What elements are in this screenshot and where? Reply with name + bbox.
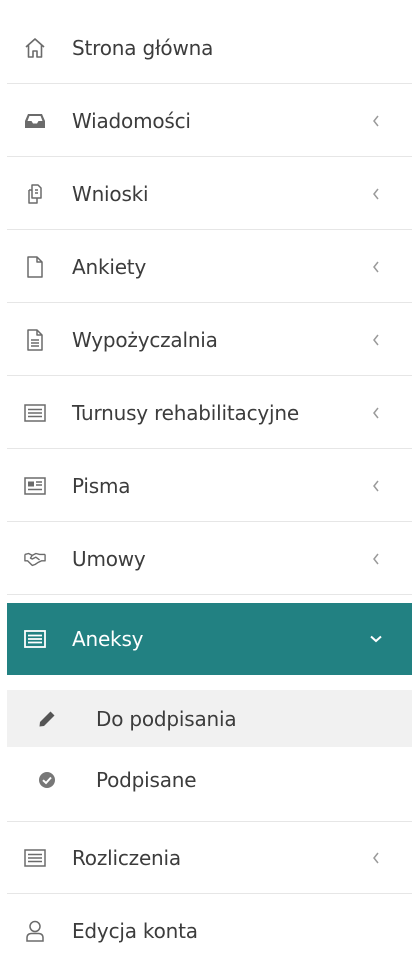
handshake-icon	[24, 548, 46, 570]
menu-item-label: Aneksy	[72, 627, 144, 651]
menu-item-annexes[interactable]: Aneksy	[7, 603, 412, 675]
menu-item-label: Edycja konta	[72, 919, 198, 943]
chevron-down-icon	[370, 632, 382, 646]
menu-item-label: Wypożyczalnia	[72, 327, 218, 352]
menu-item-settlements[interactable]: Rozliczenia	[7, 822, 412, 894]
chevron-left-icon	[370, 114, 382, 128]
chevron-left-icon	[370, 187, 382, 201]
user-icon	[24, 920, 46, 942]
menu-item-label: Umowy	[72, 546, 146, 571]
submenu-item-to-sign[interactable]: Do podpisania	[7, 690, 412, 747]
file-icon	[24, 255, 46, 278]
pencil-icon	[36, 708, 58, 730]
menu-item-letters[interactable]: Pisma	[7, 450, 412, 522]
chevron-left-icon	[370, 479, 382, 493]
menu-item-label: Turnusy rehabilitacyjne	[72, 400, 299, 425]
submenu-item-label: Podpisane	[96, 767, 197, 792]
menu-item-label: Wnioski	[72, 181, 149, 206]
list-icon	[24, 402, 46, 424]
check-circle-icon	[36, 769, 58, 791]
chevron-left-icon	[370, 851, 382, 865]
documents-icon	[24, 183, 46, 205]
menu-item-rehab-stays[interactable]: Turnusy rehabilitacyjne	[7, 377, 412, 449]
chevron-left-icon	[370, 406, 382, 420]
inbox-icon	[24, 110, 46, 132]
menu-item-label: Wiadomości	[72, 108, 191, 133]
list-icon	[24, 628, 46, 650]
annexes-submenu: Do podpisania Podpisane	[7, 675, 412, 822]
submenu-item-signed[interactable]: Podpisane	[7, 751, 412, 808]
menu-item-rental[interactable]: Wypożyczalnia	[7, 304, 412, 376]
menu-item-applications[interactable]: Wnioski	[7, 158, 412, 230]
file-text-icon	[24, 328, 46, 351]
menu-item-contracts[interactable]: Umowy	[7, 523, 412, 595]
menu-item-label: Ankiety	[72, 254, 147, 279]
sidebar-menu: Strona główna Wiadomości Wnioski Ankiety…	[0, 0, 412, 969]
chevron-left-icon	[370, 552, 382, 566]
newspaper-icon	[24, 475, 46, 497]
submenu-item-label: Do podpisania	[96, 706, 237, 731]
list-icon	[24, 847, 46, 869]
menu-item-home[interactable]: Strona główna	[7, 12, 412, 84]
menu-item-label: Pisma	[72, 473, 131, 498]
chevron-left-icon	[370, 260, 382, 274]
menu-item-label: Strona główna	[72, 35, 214, 60]
menu-item-surveys[interactable]: Ankiety	[7, 231, 412, 303]
menu-item-label: Rozliczenia	[72, 845, 181, 870]
menu-item-messages[interactable]: Wiadomości	[7, 85, 412, 157]
menu-item-account-edit[interactable]: Edycja konta	[7, 895, 412, 967]
chevron-left-icon	[370, 333, 382, 347]
home-icon	[24, 37, 46, 59]
